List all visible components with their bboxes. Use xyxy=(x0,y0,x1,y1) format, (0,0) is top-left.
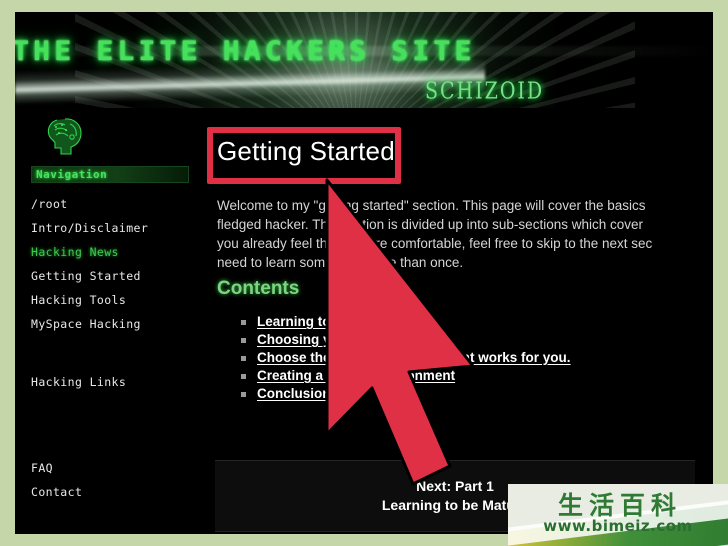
title-highlight-box xyxy=(207,127,401,184)
sidebar: Navigation /root Intro/Disclaimer Hackin… xyxy=(15,108,206,534)
toc-link-choose-the-operating-system[interactable]: Choose the operating system that works f… xyxy=(257,350,571,365)
intro-line-4: need to learn something more than once. xyxy=(217,255,464,270)
toc-link-learning-to-be-mature[interactable]: Learning to be Mature xyxy=(257,314,398,329)
watermark: 生活百科 www.bimeiz.com xyxy=(508,484,728,546)
site-banner: THE ELITE HACKERS SITE SCHIZOID xyxy=(15,12,713,108)
site-logo-text: THE ELITE HACKERS SITE xyxy=(15,36,476,67)
intro-paragraph: Welcome to my "getting started" section.… xyxy=(217,196,713,272)
contents-heading: Contents xyxy=(217,278,300,299)
intro-line-2: fledged hacker. This section is divided … xyxy=(217,217,643,232)
sidebar-heading: Navigation xyxy=(31,166,189,183)
sidebar-item-root[interactable]: /root xyxy=(31,192,201,216)
toc-link-creating-a-secure-environment[interactable]: Creating a secure environment xyxy=(257,368,455,383)
sidebar-item-hacking-links[interactable]: Hacking Links xyxy=(31,370,201,394)
watermark-url: www.bimeiz.com xyxy=(543,517,693,535)
sidebar-item-hacking-news[interactable]: Hacking News xyxy=(31,240,201,264)
website-body: THE ELITE HACKERS SITE SCHIZOID Navigati… xyxy=(15,12,713,534)
site-sublogo-text: SCHIZOID xyxy=(425,77,545,105)
sidebar-item-contact[interactable]: Contact xyxy=(31,480,201,504)
sidebar-heading-label: Navigation xyxy=(36,168,108,181)
intro-line-3: you already feel that you are comfortabl… xyxy=(217,236,653,251)
sidebar-item-hacking-tools[interactable]: Hacking Tools xyxy=(31,288,201,312)
sidebar-nav-list: /root Intro/Disclaimer Hacking News Gett… xyxy=(31,192,201,504)
sidebar-item-getting-started[interactable]: Getting Started xyxy=(31,264,201,288)
toc-link-choosing-your-path[interactable]: Choosing your path xyxy=(257,332,385,347)
screenshot-root: THE ELITE HACKERS SITE SCHIZOID Navigati… xyxy=(0,0,728,546)
list-item: Learning to be Mature xyxy=(239,313,709,331)
toc-link-conclusion[interactable]: Conclusion xyxy=(257,386,331,401)
table-of-contents: Learning to be Mature Choosing your path… xyxy=(239,313,709,403)
sidebar-item-myspace-hacking[interactable]: MySpace Hacking xyxy=(31,312,201,336)
main-content: Getting Started Welcome to my "getting s… xyxy=(205,108,713,534)
list-item: Conclusion xyxy=(239,385,709,403)
intro-line-1: Welcome to my "getting started" section.… xyxy=(217,198,646,213)
list-item: Choosing your path xyxy=(239,331,709,349)
green-wireframe-head-icon xyxy=(43,114,89,158)
sidebar-item-faq[interactable]: FAQ xyxy=(31,456,201,480)
sidebar-item-intro-disclaimer[interactable]: Intro/Disclaimer xyxy=(31,216,201,240)
list-item: Choose the operating system that works f… xyxy=(239,349,709,367)
list-item: Creating a secure environment xyxy=(239,367,709,385)
